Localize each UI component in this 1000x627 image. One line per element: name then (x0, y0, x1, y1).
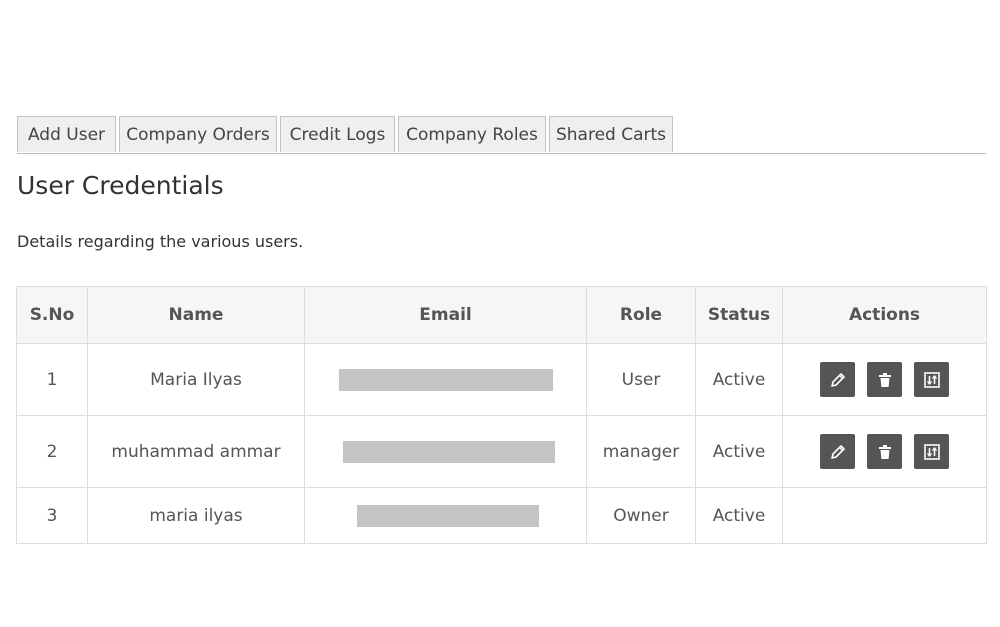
table-row: 3 maria ilyas Owner Active (16, 487, 987, 544)
cell-email (304, 415, 587, 488)
redacted-email (342, 440, 555, 463)
cell-actions (782, 343, 987, 416)
column-header-email: Email (304, 286, 587, 344)
cell-sno: 1 (16, 343, 88, 416)
column-header-name: Name (87, 286, 305, 344)
column-header-sno: S.No (16, 286, 88, 344)
table-row: 1 Maria Ilyas User Active (16, 343, 987, 416)
cell-actions (782, 487, 987, 544)
cell-status: Active (695, 343, 783, 416)
cell-status: Active (695, 487, 783, 544)
table-row: 2 muhammad ammar manager Active (16, 415, 987, 488)
edit-button[interactable] (820, 434, 855, 469)
cell-email (304, 487, 587, 544)
trash-icon (878, 444, 891, 459)
cell-sno: 3 (16, 487, 88, 544)
cell-role: Owner (586, 487, 696, 544)
sort-icon (923, 371, 940, 388)
cell-role: User (586, 343, 696, 416)
users-table: S.No Name Email Role Status Actions 1 Ma… (16, 286, 987, 544)
cell-email (304, 343, 587, 416)
cell-name: muhammad ammar (87, 415, 305, 488)
manage-button[interactable] (914, 362, 949, 397)
delete-button[interactable] (867, 434, 902, 469)
pencil-icon (830, 444, 845, 459)
pencil-icon (830, 372, 845, 387)
cell-name: Maria Ilyas (87, 343, 305, 416)
tab-shared-carts[interactable]: Shared Carts (549, 116, 673, 152)
redacted-email (338, 368, 553, 391)
cell-role: manager (586, 415, 696, 488)
sort-icon (923, 443, 940, 460)
cell-sno: 2 (16, 415, 88, 488)
tab-bar: Add User Company Orders Credit Logs Comp… (17, 116, 986, 154)
cell-name: maria ilyas (87, 487, 305, 544)
table-header-row: S.No Name Email Role Status Actions (16, 286, 987, 344)
tab-credit-logs[interactable]: Credit Logs (280, 116, 395, 152)
tab-company-orders[interactable]: Company Orders (119, 116, 277, 152)
cell-status: Active (695, 415, 783, 488)
cell-actions (782, 415, 987, 488)
edit-button[interactable] (820, 362, 855, 397)
trash-icon (878, 372, 891, 387)
column-header-status: Status (695, 286, 783, 344)
page-title: User Credentials (17, 171, 224, 200)
page-description: Details regarding the various users. (17, 232, 304, 251)
manage-button[interactable] (914, 434, 949, 469)
tab-add-user[interactable]: Add User (17, 116, 116, 152)
column-header-role: Role (586, 286, 696, 344)
tab-company-roles[interactable]: Company Roles (398, 116, 546, 152)
delete-button[interactable] (867, 362, 902, 397)
redacted-email (356, 504, 539, 527)
column-header-actions: Actions (782, 286, 987, 344)
